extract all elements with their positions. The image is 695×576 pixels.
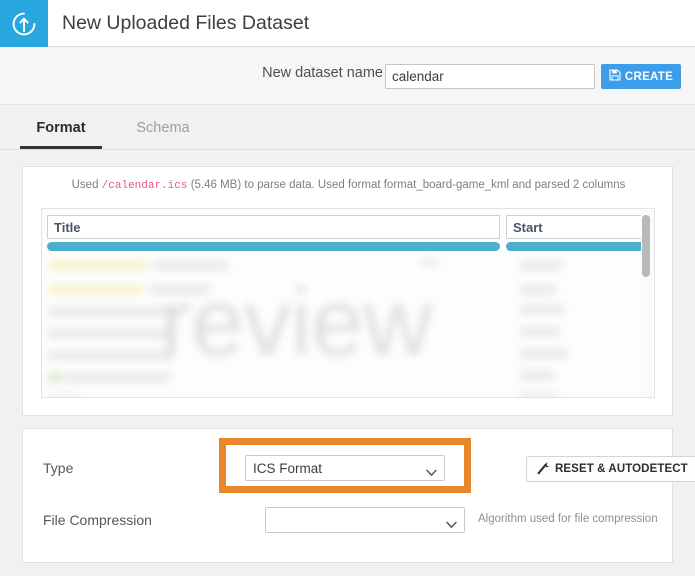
preview-rows-blurred: review [42, 257, 654, 397]
parse-note-prefix: Used [71, 179, 102, 191]
column-name-input-title[interactable] [47, 215, 500, 239]
page-title: New Uploaded Files Dataset [62, 12, 310, 34]
parsed-file-name: /calendar.ics [101, 180, 188, 192]
upload-circle-icon [0, 0, 48, 47]
column-header-start [506, 215, 646, 251]
column-name-input-start[interactable] [506, 215, 646, 239]
column-header-title [47, 215, 500, 251]
preview-table: review [41, 208, 655, 398]
file-compression-label: File Compression [43, 512, 152, 528]
column-fill-bar-title [47, 242, 500, 251]
reset-autodetect-label: RESET & AUTODETECT [555, 463, 688, 475]
parse-note-suffix: (5.46 MB) to parse data. Used format for… [187, 179, 626, 191]
column-fill-bar-start [506, 242, 646, 251]
preview-scrollbar-thumb[interactable] [642, 215, 650, 277]
format-preview-card: Used /calendar.ics (5.46 MB) to parse da… [22, 166, 673, 416]
compression-select-wrapper [265, 507, 465, 533]
preview-scrollbar-track[interactable] [641, 210, 653, 397]
create-button-label: CREATE [624, 70, 674, 83]
dataset-name-label: New dataset name [262, 65, 383, 81]
app-header: New Uploaded Files Dataset [0, 0, 695, 47]
magic-wand-icon [536, 461, 550, 478]
tab-schema[interactable]: Schema [120, 105, 206, 149]
review-watermark: review [160, 269, 432, 376]
floppy-disk-icon [609, 69, 621, 84]
reset-autodetect-button[interactable]: RESET & AUTODETECT [526, 456, 695, 482]
file-compression-select[interactable] [265, 507, 465, 533]
type-select-wrapper: ICS Format [245, 455, 445, 481]
type-select[interactable]: ICS Format [245, 455, 445, 481]
parse-status-text: Used /calendar.ics (5.46 MB) to parse da… [23, 179, 674, 192]
format-settings-card: Type ICS Format RESET & AUTODETECT File … [22, 428, 695, 563]
tab-bar: Format Schema [0, 105, 695, 150]
type-label: Type [43, 460, 74, 476]
dataset-name-input[interactable] [385, 64, 595, 89]
compression-helper-text: Algorithm used for file compression [478, 513, 658, 525]
tab-format[interactable]: Format [20, 105, 102, 149]
create-button[interactable]: CREATE [601, 64, 681, 89]
